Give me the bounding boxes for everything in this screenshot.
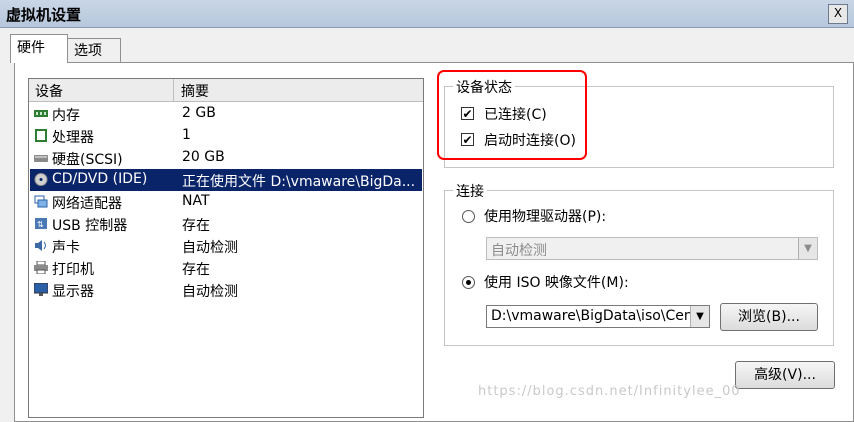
memory-icon — [34, 110, 48, 117]
device-name: 硬盘(SCSI) — [52, 152, 123, 168]
display-icon — [34, 283, 48, 296]
device-status-legend: 设备状态 — [453, 77, 515, 97]
physical-drive-value: 自动检测 — [491, 243, 547, 259]
device-summary: 20 GB — [182, 149, 225, 165]
device-list[interactable]: 设备 摘要 内存 2 GB 处理器 1 硬盘(SCSI) 20 GB CD/DV… — [28, 78, 424, 418]
close-button[interactable]: X — [828, 4, 848, 24]
sound-icon — [35, 240, 46, 251]
device-summary: 正在使用文件 D:\vmaware\BigDa... — [182, 174, 416, 190]
device-summary: NAT — [182, 193, 210, 209]
device-name: 显示器 — [52, 284, 94, 300]
harddisk-icon — [34, 155, 48, 162]
tab-options[interactable]: 选项 — [67, 38, 121, 62]
connected-label[interactable]: 已连接(C) — [484, 104, 547, 124]
processor-icon — [35, 129, 47, 142]
device-summary: 自动检测 — [182, 240, 238, 256]
window-title: 虚拟机设置 — [6, 6, 82, 24]
device-row-printer[interactable]: 打印机 存在 — [30, 257, 422, 279]
device-name: USB 控制器 — [52, 218, 128, 234]
printer-icon — [34, 261, 48, 274]
physical-drive-label[interactable]: 使用物理驱动器(P): — [484, 206, 606, 226]
device-row-sound[interactable]: 声卡 自动检测 — [30, 235, 422, 257]
device-row-harddisk[interactable]: 硬盘(SCSI) 20 GB — [30, 147, 422, 169]
chevron-down-icon[interactable]: ▼ — [690, 306, 709, 327]
cd-dvd-icon — [34, 173, 48, 186]
device-summary: 1 — [182, 127, 191, 143]
device-status-group: 设备状态 — [444, 77, 834, 168]
column-divider[interactable] — [173, 79, 174, 101]
close-icon: X — [833, 6, 843, 20]
connect-on-power-on-checkbox[interactable]: ✔ — [461, 133, 474, 146]
device-summary: 自动检测 — [182, 284, 238, 300]
iso-image-label[interactable]: 使用 ISO 映像文件(M): — [484, 272, 629, 292]
device-name: 打印机 — [52, 262, 94, 278]
device-summary: 存在 — [182, 262, 210, 278]
device-row-memory[interactable]: 内存 2 GB — [30, 103, 422, 125]
device-name: CD/DVD (IDE) — [52, 171, 148, 187]
device-row-network[interactable]: 网络适配器 NAT — [30, 191, 422, 213]
advanced-button[interactable]: 高级(V)... — [735, 361, 835, 389]
connect-on-power-on-label[interactable]: 启动时连接(O) — [484, 130, 576, 150]
device-row-display[interactable]: 显示器 自动检测 — [30, 279, 422, 301]
iso-image-radio[interactable] — [462, 276, 475, 289]
chevron-down-icon[interactable]: ▼ — [798, 238, 817, 259]
connected-checkbox[interactable]: ✔ — [461, 107, 474, 120]
iso-path-select[interactable]: D:\vmaware\BigData\iso\Cent ▼ — [486, 305, 710, 328]
device-row-processor[interactable]: 处理器 1 — [30, 125, 422, 147]
device-row-usb[interactable]: ⇅ USB 控制器 存在 — [30, 213, 422, 235]
column-summary[interactable]: 摘要 — [181, 81, 209, 101]
device-summary: 2 GB — [182, 105, 216, 121]
svg-text:⇅: ⇅ — [37, 220, 44, 229]
tab-hardware[interactable]: 硬件 — [10, 34, 68, 63]
device-list-header: 设备 摘要 — [29, 79, 423, 102]
device-name: 声卡 — [52, 240, 80, 256]
iso-path-value: D:\vmaware\BigData\iso\Cent — [491, 308, 691, 324]
usb-icon: ⇅ — [35, 218, 47, 229]
browse-button[interactable]: 浏览(B)... — [720, 303, 818, 331]
tab-hardware-label: 硬件 — [17, 40, 45, 56]
device-row-cd-dvd[interactable]: CD/DVD (IDE) 正在使用文件 D:\vmaware\BigDa... — [30, 169, 422, 191]
device-summary: 存在 — [182, 218, 210, 234]
tab-options-label: 选项 — [74, 43, 102, 59]
network-adapter-icon — [34, 195, 48, 208]
device-name: 内存 — [52, 108, 80, 124]
title-bar: 虚拟机设置 X — [0, 0, 854, 28]
device-name: 网络适配器 — [52, 196, 122, 212]
connection-legend: 连接 — [453, 181, 487, 201]
device-name: 处理器 — [52, 130, 94, 146]
physical-drive-radio[interactable] — [462, 210, 475, 223]
watermark: https://blog.csdn.net/Infinitylee_00 — [478, 384, 741, 399]
column-device[interactable]: 设备 — [35, 81, 63, 101]
physical-drive-select[interactable]: 自动检测 ▼ — [486, 237, 818, 260]
